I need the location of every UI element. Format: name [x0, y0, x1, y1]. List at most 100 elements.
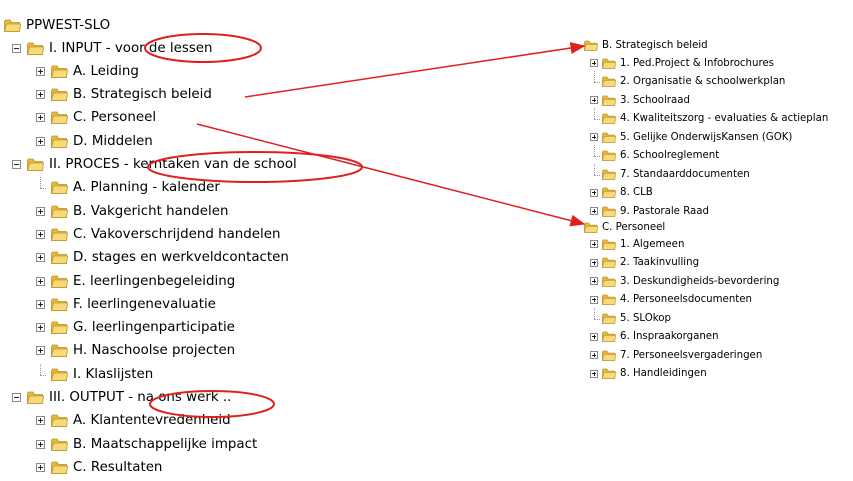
expand-toggle-icon[interactable] [590, 96, 598, 104]
expand-toggle-icon[interactable] [36, 136, 45, 146]
folder-icon [27, 158, 44, 171]
expand-toggle-icon[interactable] [590, 207, 598, 215]
tree-item-label: 9. Pastorale Raad [620, 205, 709, 217]
tree-item-label: 8. Handleidingen [620, 368, 707, 379]
tree-root-personeel[interactable]: C. Personeel [584, 219, 665, 235]
tree-item[interactable]: 8. CLB [590, 185, 653, 201]
tree-item[interactable]: 7. Standaarddocumenten [590, 163, 750, 182]
tree-item-label: A. Klantentevredenheid [73, 413, 231, 429]
folder-icon [602, 95, 616, 106]
tree-item[interactable]: B. Vakgericht handelen [36, 201, 228, 221]
collapse-toggle-icon[interactable] [12, 43, 21, 53]
tree-item[interactable]: D. stages en werkveldcontacten [36, 248, 289, 268]
tree-item[interactable]: H. Naschoolse projecten [36, 341, 235, 361]
tree-item-label: A. Leiding [73, 63, 139, 79]
folder-icon [602, 368, 616, 379]
tree-item-label: 1. Ped.Project & Infobrochures [620, 57, 774, 69]
tree-item[interactable]: 3. Schoolraad [590, 92, 690, 108]
tree-item-label: C. Personeel [73, 110, 157, 126]
collapse-toggle-icon[interactable] [12, 393, 21, 402]
expand-toggle-icon[interactable] [590, 295, 598, 304]
tree-item[interactable]: 7. Personeelsvergaderingen [590, 347, 762, 363]
tree-section[interactable]: II. PROCES - kerntaken van de school [12, 155, 297, 175]
tree-item[interactable]: 8. Handleidingen [590, 366, 707, 382]
expand-toggle-icon[interactable] [590, 332, 598, 341]
expand-toggle-icon[interactable] [36, 323, 45, 333]
expand-toggle-icon[interactable] [36, 439, 45, 449]
tree-item-label: 5. Gelijke OnderwijsKansen (GOK) [620, 131, 793, 143]
expand-toggle-icon[interactable] [36, 276, 45, 286]
tree-item-label: B. Strategisch beleid [73, 87, 212, 103]
expand-toggle-icon[interactable] [36, 462, 45, 472]
tree-item[interactable]: G. leerlingenparticipatie [36, 318, 235, 338]
tree-item[interactable]: 3. Deskundigheids-bevordering [590, 273, 779, 289]
tree-item[interactable]: 1. Algemeen [590, 236, 684, 252]
tree-item[interactable]: 4. Personeelsdocumenten [590, 292, 752, 308]
tree-section[interactable]: III. OUTPUT - na ons werk .. [12, 388, 231, 408]
expand-toggle-icon[interactable] [36, 66, 45, 76]
expand-toggle-icon[interactable] [36, 416, 45, 426]
tree-item[interactable]: E. leerlingenbegeleiding [36, 271, 235, 291]
expand-toggle-icon[interactable] [36, 229, 45, 239]
tree-item[interactable]: D. Middelen [36, 131, 153, 151]
collapse-toggle-icon[interactable] [12, 160, 21, 169]
tree-item-label: 4. Personeelsdocumenten [620, 294, 752, 305]
tree-item[interactable]: 2. Organisatie & schoolwerkplan [590, 71, 785, 90]
tree-item[interactable]: 6. Inspraakorganen [590, 329, 719, 345]
tree-connector [590, 145, 600, 160]
expand-toggle-icon[interactable] [36, 253, 45, 263]
folder-icon [51, 181, 68, 195]
tree-item[interactable]: 5. SLOkop [590, 307, 671, 326]
tree-item[interactable]: A. Planning - kalender [36, 177, 220, 198]
tree-connector [590, 71, 600, 86]
tree-item[interactable]: 4. Kwaliteitszorg - evaluaties & actiepl… [590, 108, 828, 127]
arrow-strategisch [244, 42, 586, 98]
tree-item[interactable]: B. Strategisch beleid [36, 85, 212, 105]
tree-item[interactable]: F. leerlingenevaluatie [36, 294, 216, 314]
tree-item-label: 6. Schoolreglement [620, 150, 720, 161]
tree-item[interactable]: C. Personeel [36, 108, 156, 128]
tree-item[interactable]: A. Klantentevredenheid [36, 411, 231, 431]
folder-icon [602, 113, 616, 124]
expand-toggle-icon[interactable] [590, 258, 598, 267]
tree-connector [36, 177, 46, 192]
tree-item[interactable]: 6. Schoolreglement [590, 145, 720, 164]
tree-item[interactable]: A. Leiding [36, 61, 139, 81]
tree-item[interactable]: 5. Gelijke OnderwijsKansen (GOK) [590, 129, 792, 145]
expand-toggle-icon[interactable] [590, 369, 598, 378]
expand-toggle-icon[interactable] [36, 90, 45, 100]
expand-toggle-icon[interactable] [36, 346, 45, 356]
expand-toggle-icon[interactable] [36, 299, 45, 309]
expand-toggle-icon[interactable] [590, 240, 598, 248]
folder-icon [51, 251, 68, 265]
tree-item-label: I. INPUT - voor de lessen [49, 40, 213, 56]
tree-item[interactable]: 1. Ped.Project & Infobrochures [590, 55, 774, 71]
tree-item[interactable]: I. Klaslijsten [36, 363, 153, 384]
folder-icon [51, 88, 68, 101]
tree-item[interactable]: 9. Pastorale Raad [590, 203, 709, 219]
folder-icon [602, 313, 616, 324]
expand-toggle-icon[interactable] [36, 206, 45, 216]
tree-item-label: 3. Deskundigheids-bevordering [620, 275, 780, 287]
expand-toggle-icon[interactable] [590, 133, 598, 141]
tree-item-label: C. Resultaten [73, 459, 163, 475]
expand-toggle-icon[interactable] [36, 113, 45, 123]
expand-toggle-icon[interactable] [590, 351, 598, 359]
folder-icon [584, 222, 598, 233]
tree-root-strategisch[interactable]: B. Strategisch beleid [584, 37, 708, 53]
tree-section[interactable]: I. INPUT - voor de lessen [12, 38, 213, 58]
tree-item[interactable]: C. Resultaten [36, 457, 162, 477]
tree-item[interactable]: B. Maatschappelijke impact [36, 434, 257, 454]
tree-root[interactable]: PPWEST-SLO [4, 15, 110, 35]
tree-connector [590, 163, 600, 179]
expand-toggle-icon[interactable] [590, 188, 598, 197]
tree-item-label: D. Middelen [73, 133, 153, 149]
tree-item[interactable]: C. Vakoverschrijdend handelen [36, 224, 280, 244]
folder-icon [602, 350, 616, 361]
expand-toggle-icon[interactable] [590, 59, 598, 67]
folder-icon [51, 111, 68, 125]
expand-toggle-icon[interactable] [590, 277, 598, 285]
tree-item[interactable]: 2. Taakinvulling [590, 255, 699, 271]
tree-item-label: 6. Inspraakorganen [620, 331, 719, 342]
tree-item-label: 5. SLOkop [620, 312, 671, 324]
